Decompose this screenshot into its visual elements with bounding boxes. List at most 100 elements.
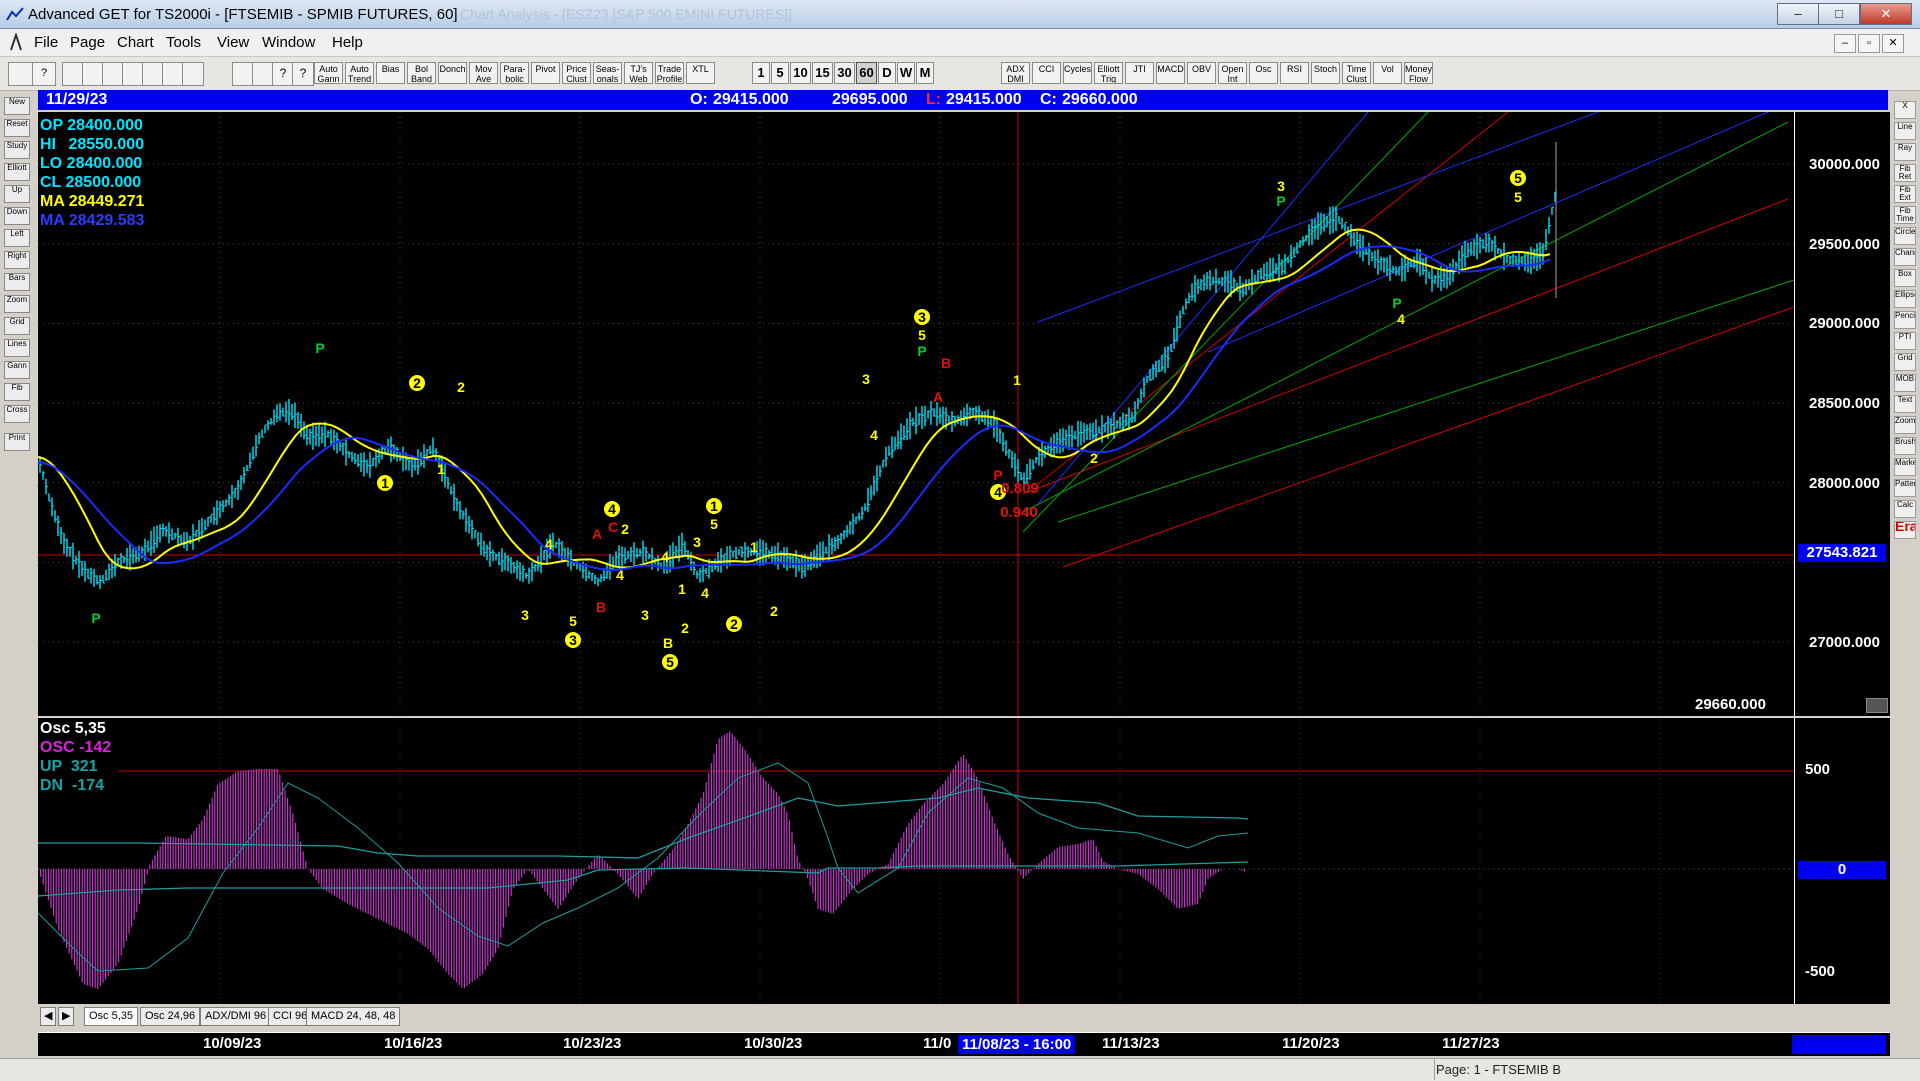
study-button-9[interactable]: Seas-onals [593,62,622,84]
trend-line[interactable] [1022,121,1789,513]
indicator-button-1[interactable]: CCI [1032,62,1061,84]
help-cursor-icon[interactable]: ? [32,62,56,86]
study-button-10[interactable]: TJ's Web [624,62,653,84]
left-tool-new[interactable]: New [4,97,30,115]
menu-page[interactable]: Page [70,34,105,51]
menu-window[interactable]: Window [262,34,315,51]
left-tool-reset[interactable]: Reset [4,119,30,137]
study-button-6[interactable]: Para-bolic [500,62,529,84]
period-button-M[interactable]: M [916,62,934,84]
study-button-0[interactable]: Auto Gann [314,62,343,84]
left-tool-elliott[interactable]: Elliott [4,163,30,181]
left-tool-left[interactable]: Left [4,229,30,247]
link-icon[interactable] [122,62,144,86]
indicator-button-8[interactable]: Osc [1249,62,1278,84]
indicator-button-3[interactable]: Elliott Trig [1094,62,1123,84]
study-button-1[interactable]: Auto Trend [345,62,374,84]
left-tool-zoom[interactable]: Zoom [4,295,30,313]
indicator-button-11[interactable]: Time Clust [1342,62,1371,84]
period-button-60[interactable]: 60 [856,62,877,84]
trend-line[interactable] [1022,112,1429,533]
grid-icon[interactable] [182,62,204,86]
right-tool-brush[interactable]: Brush [1894,437,1916,455]
minimize-button[interactable]: – [1777,3,1819,25]
right-tool-line[interactable]: Line [1894,122,1916,140]
left-tool-up[interactable]: Up [4,185,30,203]
right-tool-marker[interactable]: Marker [1894,458,1916,476]
tile-icon[interactable] [142,62,164,86]
chart-settings-icon[interactable] [1866,698,1888,713]
right-tool-channel[interactable]: Channel [1894,248,1916,266]
mdi-restore-button[interactable]: ▫ [1858,34,1880,53]
help-icon[interactable]: ? [272,62,294,86]
price-chart-canvas[interactable]: PP12124A C424B3 5334B52131541223435PBA1P4 0… [38,112,1890,716]
right-tool-box[interactable]: Box [1894,269,1916,287]
left-tool-bars[interactable]: Bars [4,273,30,291]
moving-average-blue[interactable] [38,245,1551,571]
delete-icon[interactable] [162,62,184,86]
indicator-button-9[interactable]: RSI [1280,62,1309,84]
indicator-button-12[interactable]: Vol [1373,62,1402,84]
indicator-button-6[interactable]: OBV [1187,62,1216,84]
oscillator-canvas[interactable] [38,718,1890,1004]
left-tool-down[interactable]: Down [4,207,30,225]
indicator-button-4[interactable]: JTI [1125,62,1154,84]
close-button[interactable]: ✕ [1860,3,1912,25]
study-button-7[interactable]: Pivot [531,62,560,84]
right-tool-mob[interactable]: MOB [1894,374,1916,392]
tab-4[interactable]: MACD 24, 48, 48 [306,1007,401,1026]
right-tool-ray[interactable]: Ray [1894,143,1916,161]
price-chart[interactable]: PP12124AC424B35334B52131541223435PBA1P40… [38,112,1890,716]
study-button-3[interactable]: Bol Band [407,62,436,84]
left-tool-print[interactable]: Print [4,433,30,451]
period-button-15[interactable]: 15 [812,62,833,84]
trend-line[interactable] [1022,198,1789,495]
chart-icon[interactable] [102,62,124,86]
right-tool-erase[interactable]: Erase [1894,521,1916,539]
right-tool-fib-ret[interactable]: Fib Ret [1894,164,1916,182]
period-button-30[interactable]: 30 [834,62,855,84]
left-tool-fib[interactable]: Fib [4,383,30,401]
mdi-minimize-button[interactable]: – [1834,34,1856,53]
right-tool-text[interactable]: Text [1894,395,1916,413]
right-tool-fib-ext[interactable]: Fib Ext [1894,185,1916,203]
trend-line[interactable] [1062,306,1795,568]
settings-icon[interactable] [252,62,274,86]
left-tool-study[interactable]: Study [4,141,30,159]
left-tool-right[interactable]: Right [4,251,30,269]
right-tool-pattern[interactable]: Pattern [1894,479,1916,497]
period-button-W[interactable]: W [897,62,915,84]
maximize-button[interactable]: □ [1818,3,1860,25]
indicator-button-10[interactable]: Stoch [1311,62,1340,84]
oscillator-panel[interactable]: Osc 5,35 OSC -142 UP 321 DN -174 500 0 -… [38,718,1890,1004]
study-button-11[interactable]: Trade Profile [655,62,684,84]
right-tool-circle[interactable]: Circle [1894,227,1916,245]
tab-0[interactable]: Osc 5,35 [84,1007,139,1026]
menu-file[interactable]: File [34,34,58,51]
right-tool-pti[interactable]: PTI [1894,332,1916,350]
indicator-button-7[interactable]: Open Int [1218,62,1247,84]
copy-page-icon[interactable] [82,62,104,86]
osc-histogram[interactable] [38,731,1246,989]
study-button-2[interactable]: Bias [376,62,405,84]
trend-line[interactable] [1057,279,1795,523]
right-tool-calc[interactable]: Calc [1894,500,1916,518]
tab-1[interactable]: Osc 24,96 [140,1007,201,1026]
menu-chart[interactable]: Chart [117,34,154,51]
indicator-button-0[interactable]: ADX DMI [1001,62,1030,84]
right-tool-ellipse[interactable]: Ellipse [1894,290,1916,308]
whats-this-icon[interactable]: ? [292,62,314,86]
period-button-1[interactable]: 1 [752,62,770,84]
right-tool-grid[interactable]: Grid [1894,353,1916,371]
new-page-icon[interactable] [62,62,84,86]
tab-2[interactable]: ADX/DMI 96 [200,1007,272,1026]
study-button-4[interactable]: Donch [438,62,467,84]
price-bars[interactable] [39,191,1557,589]
menu-help[interactable]: Help [332,34,363,51]
left-tool-cross[interactable]: Cross [4,405,30,423]
mdi-close-button[interactable]: ✕ [1882,34,1904,53]
left-tool-gann[interactable]: Gann [4,361,30,379]
indicator-button-13[interactable]: Money Flow [1404,62,1433,84]
print-icon[interactable] [232,62,254,86]
right-tool-x[interactable]: X [1894,101,1916,119]
